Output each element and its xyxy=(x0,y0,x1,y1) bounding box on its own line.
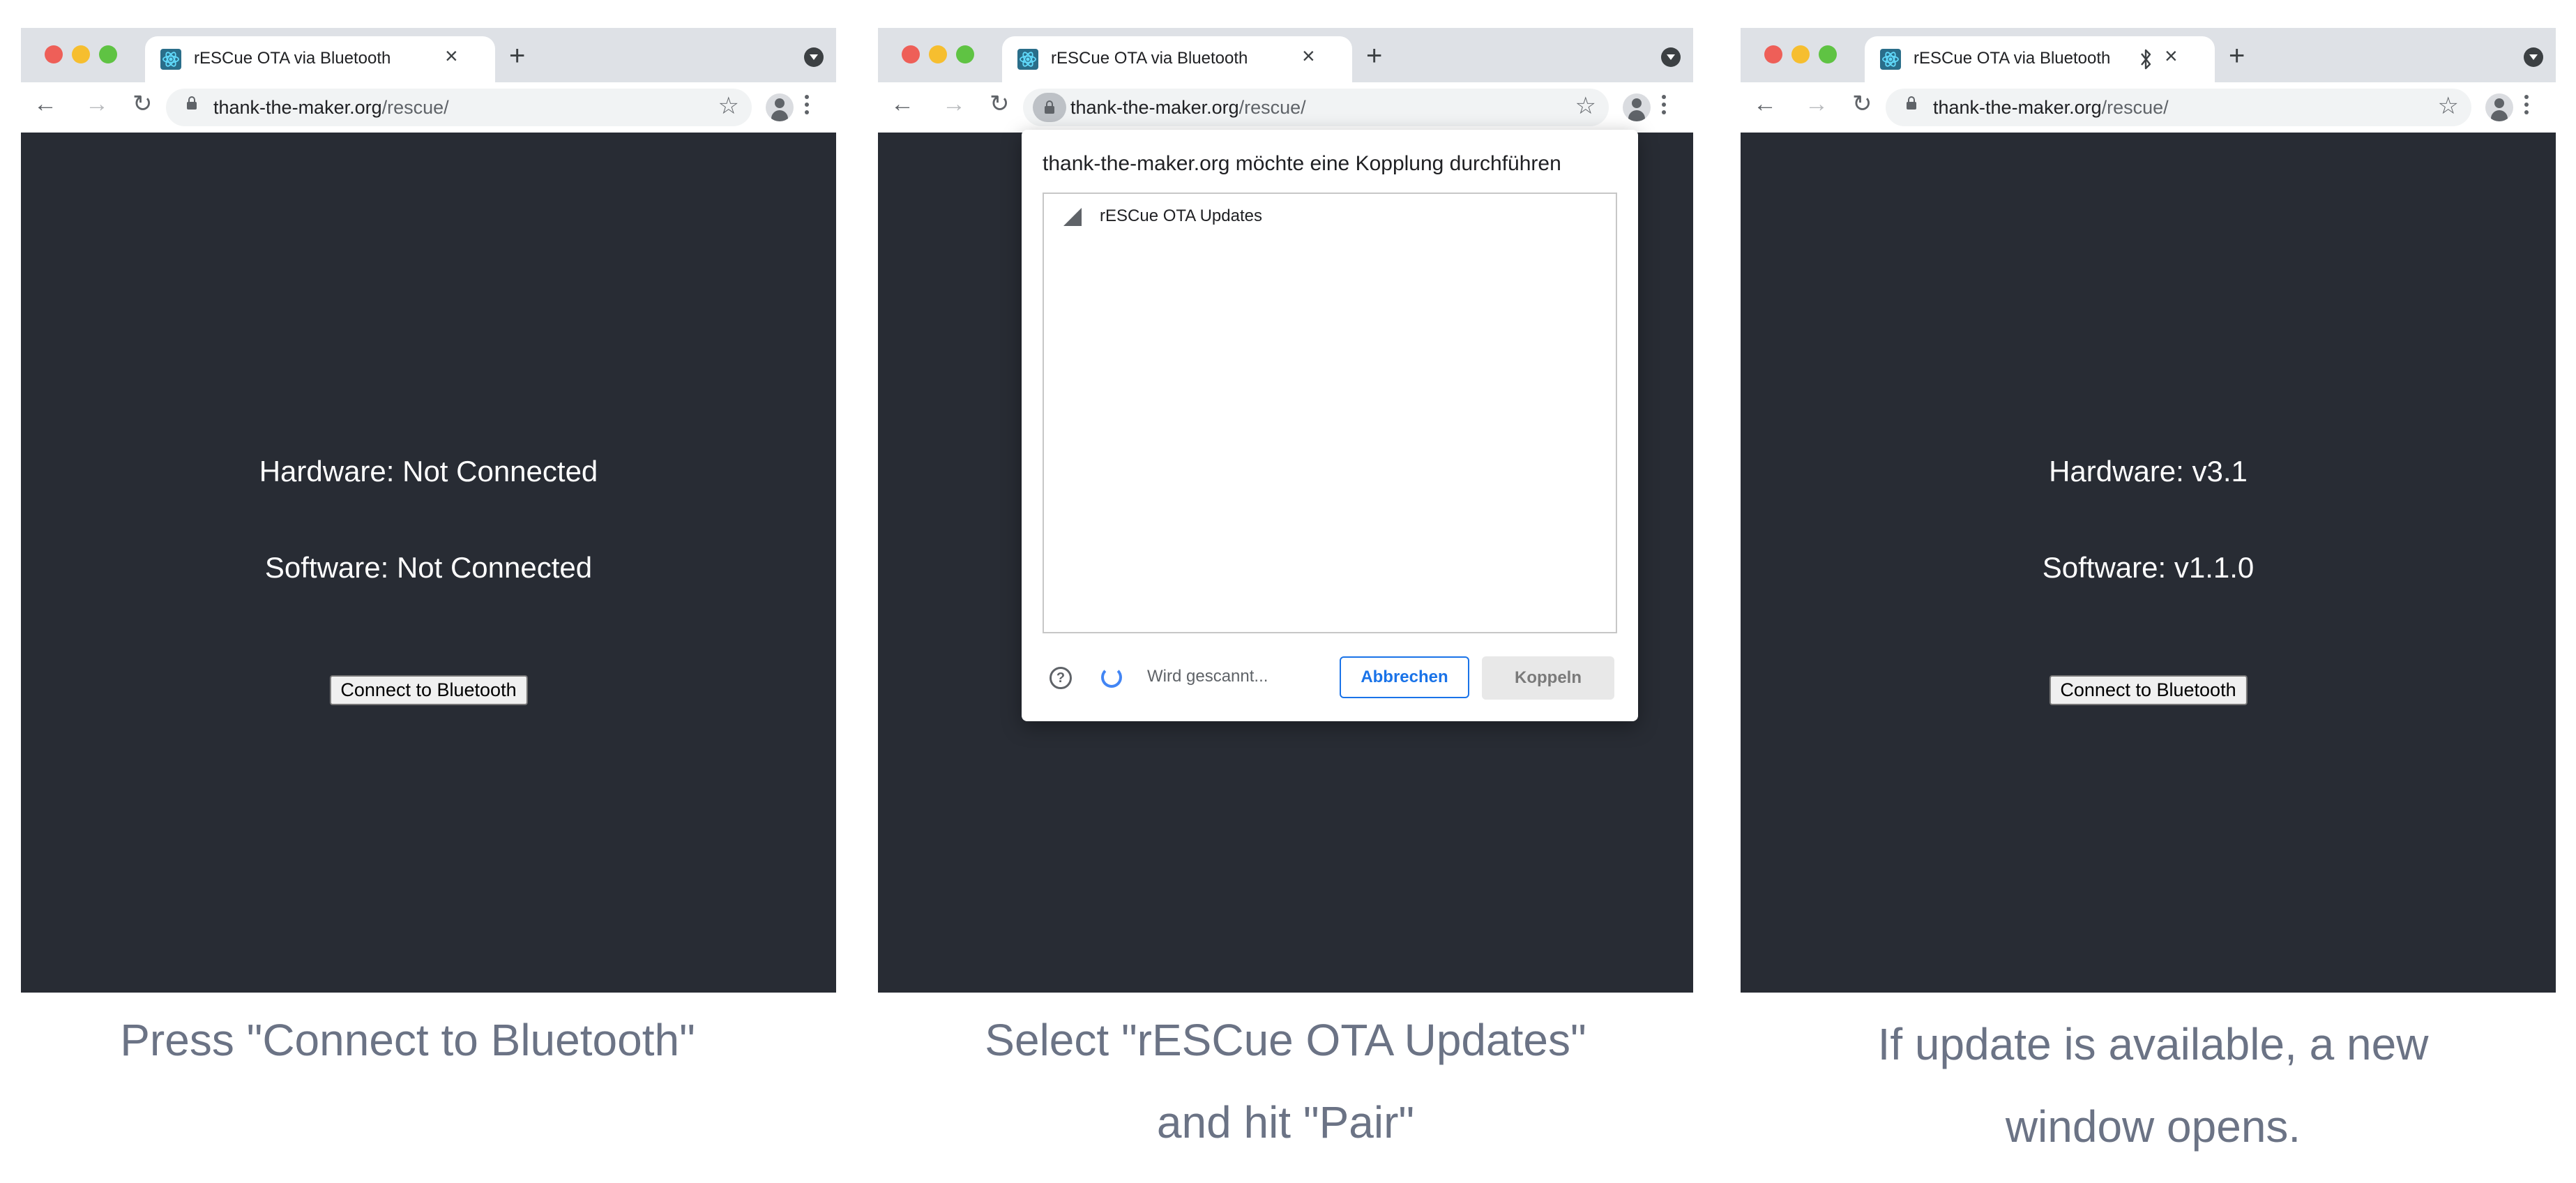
close-icon[interactable]: × xyxy=(2165,45,2178,67)
browser-toolbar: ← → ↻ thank-the-maker.org/rescue/ ☆ xyxy=(1741,82,2556,133)
tab-search-icon[interactable] xyxy=(1661,47,1681,67)
close-icon[interactable]: × xyxy=(445,45,458,67)
close-window-button[interactable] xyxy=(902,45,920,63)
url-text: thank-the-maker.org/rescue/ xyxy=(1933,97,2169,118)
site-info-button[interactable] xyxy=(1033,93,1066,122)
list-item-device[interactable]: rESCue OTA Updates xyxy=(1044,202,1616,230)
caption-line: Press "Connect to Bluetooth" xyxy=(120,1015,695,1065)
bluetooth-icon xyxy=(2141,49,2151,70)
caption-line: window opens. xyxy=(2005,1101,2301,1152)
lock-icon[interactable] xyxy=(187,96,197,110)
lock-icon[interactable] xyxy=(1907,96,1916,110)
device-name: rESCue OTA Updates xyxy=(1100,206,1262,225)
scanning-status: Wird gescannt... xyxy=(1147,667,1268,686)
back-arrow-icon[interactable]: ← xyxy=(33,92,57,116)
browser-window-3: rESCue OTA via Bluetooth × + ← → ↻ thank… xyxy=(1741,28,2556,993)
back-arrow-icon[interactable]: ← xyxy=(1753,92,1777,116)
caption-line: and hit "Pair" xyxy=(1156,1097,1415,1147)
help-icon[interactable]: ? xyxy=(1050,667,1072,689)
plus-icon[interactable]: + xyxy=(2229,42,2245,70)
star-icon[interactable]: ☆ xyxy=(2438,94,2459,118)
plus-icon[interactable]: + xyxy=(1366,42,1382,70)
close-icon[interactable]: × xyxy=(1302,45,1315,67)
minimize-window-button[interactable] xyxy=(1791,45,1810,63)
kebab-icon[interactable] xyxy=(2524,95,2529,120)
caption-step-2: Select "rESCue OTA Updates" and hit "Pai… xyxy=(878,999,1693,1163)
tab-search-icon[interactable] xyxy=(2524,47,2543,67)
software-status: Software: v1.1.0 xyxy=(2042,551,2255,584)
address-bar[interactable]: thank-the-maker.org/rescue/ ☆ xyxy=(166,89,752,126)
cancel-button[interactable]: Abbrechen xyxy=(1340,656,1469,698)
reload-icon[interactable]: ↻ xyxy=(1852,92,1872,116)
react-atom-icon xyxy=(1017,49,1038,70)
browser-toolbar: ← → ↻ thank-the-maker.org/rescue/ ☆ xyxy=(21,82,836,133)
back-arrow-icon[interactable]: ← xyxy=(891,92,914,116)
page-content: Hardware: v3.1 Software: v1.1.0 Connect … xyxy=(1741,133,2556,993)
plus-icon[interactable]: + xyxy=(509,42,525,70)
active-tab[interactable]: rESCue OTA via Bluetooth × xyxy=(145,36,495,82)
caption-line: Select "rESCue OTA Updates" xyxy=(985,1015,1586,1065)
avatar-icon[interactable] xyxy=(2485,93,2513,121)
maximize-window-button[interactable] xyxy=(956,45,974,63)
active-tab[interactable]: rESCue OTA via Bluetooth × xyxy=(1865,36,2215,82)
dialog-title: thank-the-maker.org möchte eine Kopplung… xyxy=(1043,152,1561,175)
tab-title: rESCue OTA via Bluetooth xyxy=(1051,49,1248,68)
connect-bluetooth-button[interactable]: Connect to Bluetooth xyxy=(329,675,528,705)
pair-button[interactable]: Koppeln xyxy=(1482,656,1614,700)
kebab-icon[interactable] xyxy=(1662,95,1666,120)
signal-strength-icon xyxy=(1063,208,1082,226)
browser-window-1: rESCue OTA via Bluetooth × + ← → ↻ thank… xyxy=(21,28,836,993)
browser-toolbar: ← → ↻ thank-the-maker.org/rescue/ ☆ xyxy=(878,82,1693,133)
browser-window-2: rESCue OTA via Bluetooth × + ← → ↻ thank… xyxy=(878,28,1693,993)
forward-arrow-icon[interactable]: → xyxy=(1805,92,1828,116)
star-icon[interactable]: ☆ xyxy=(1575,94,1596,118)
reload-icon[interactable]: ↻ xyxy=(990,92,1010,116)
device-list: rESCue OTA Updates xyxy=(1043,193,1617,633)
react-atom-icon xyxy=(1880,49,1901,70)
url-text: thank-the-maker.org/rescue/ xyxy=(1070,97,1306,118)
tab-strip: rESCue OTA via Bluetooth × + xyxy=(1741,28,2556,82)
software-status: Software: Not Connected xyxy=(264,551,593,584)
bluetooth-pairing-dialog: thank-the-maker.org möchte eine Kopplung… xyxy=(1022,130,1638,721)
avatar-icon[interactable] xyxy=(766,93,794,121)
address-bar[interactable]: thank-the-maker.org/rescue/ ☆ xyxy=(1886,89,2471,126)
tab-title: rESCue OTA via Bluetooth xyxy=(194,49,391,68)
caption-step-3: If update is available, a new window ope… xyxy=(1745,1003,2561,1168)
connect-bluetooth-button[interactable]: Connect to Bluetooth xyxy=(2049,675,2248,705)
minimize-window-button[interactable] xyxy=(72,45,90,63)
tab-strip: rESCue OTA via Bluetooth × + xyxy=(878,28,1693,82)
caption-step-1: Press "Connect to Bluetooth" xyxy=(0,999,815,1081)
close-window-button[interactable] xyxy=(1764,45,1782,63)
reload-icon[interactable]: ↻ xyxy=(132,92,153,116)
minimize-window-button[interactable] xyxy=(929,45,947,63)
star-icon[interactable]: ☆ xyxy=(718,94,739,118)
hardware-status: Hardware: Not Connected xyxy=(259,455,598,488)
tab-title: rESCue OTA via Bluetooth xyxy=(1914,49,2111,68)
active-tab[interactable]: rESCue OTA via Bluetooth × xyxy=(1002,36,1352,82)
close-window-button[interactable] xyxy=(45,45,63,63)
tab-search-icon[interactable] xyxy=(804,47,824,67)
react-atom-icon xyxy=(160,49,181,70)
avatar-icon[interactable] xyxy=(1623,93,1651,121)
address-bar[interactable]: thank-the-maker.org/rescue/ ☆ xyxy=(1023,89,1609,126)
kebab-icon[interactable] xyxy=(805,95,809,120)
forward-arrow-icon[interactable]: → xyxy=(942,92,966,116)
maximize-window-button[interactable] xyxy=(99,45,117,63)
spinner-icon xyxy=(1101,667,1122,688)
url-text: thank-the-maker.org/rescue/ xyxy=(213,97,449,118)
caption-line: If update is available, a new xyxy=(1877,1019,2429,1069)
lock-icon xyxy=(1045,100,1054,114)
tab-strip: rESCue OTA via Bluetooth × + xyxy=(21,28,836,82)
hardware-status: Hardware: v3.1 xyxy=(2049,455,2248,488)
forward-arrow-icon[interactable]: → xyxy=(85,92,109,116)
page-content: Hardware: Not Connected Software: Not Co… xyxy=(21,133,836,993)
maximize-window-button[interactable] xyxy=(1819,45,1837,63)
